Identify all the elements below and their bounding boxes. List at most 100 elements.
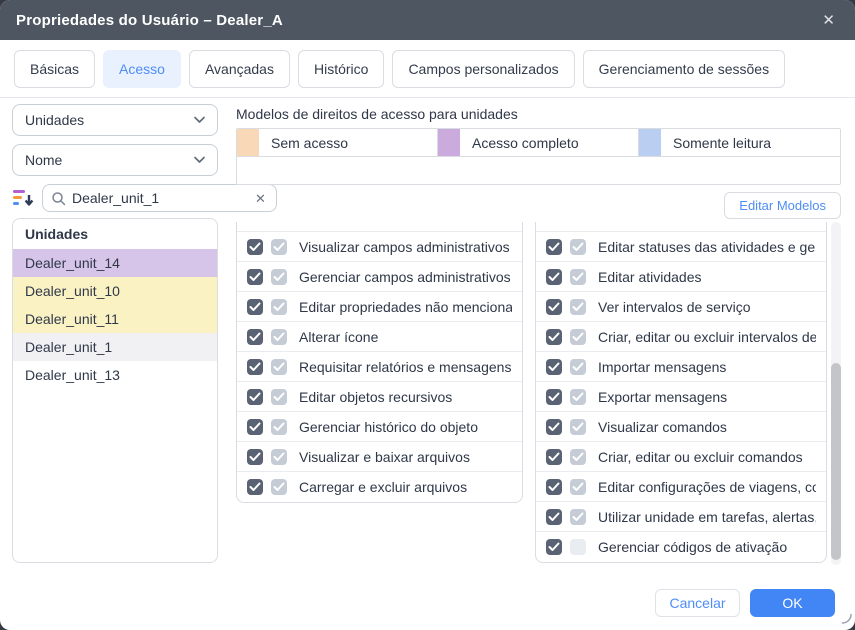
access-right-row: Editar objetos recursivos: [237, 382, 522, 412]
unit-list-item[interactable]: Dealer_unit_13: [13, 361, 217, 389]
inherited-access-checkbox[interactable]: [271, 329, 287, 345]
access-checkbox[interactable]: [247, 419, 263, 435]
legend-label: Somente leitura: [661, 129, 840, 156]
access-right-label: Visualizar e baixar arquivos: [299, 449, 470, 465]
access-checkbox[interactable]: [247, 449, 263, 465]
tab[interactable]: Histórico: [298, 50, 384, 88]
sort-by-select[interactable]: Nome: [12, 144, 218, 176]
access-checkbox[interactable]: [546, 359, 562, 375]
access-right-row: Importar mensagens: [536, 352, 826, 382]
unit-list-item[interactable]: Dealer_unit_14: [13, 249, 217, 277]
access-checkbox[interactable]: [247, 239, 263, 255]
access-right-row: Visualizar campos administrativos: [237, 232, 522, 262]
access-right-row: Editar configurações de viagens, con…: [536, 472, 826, 502]
legend-item: Acesso completo: [438, 129, 639, 156]
access-right-label: Visualizar comandos: [598, 419, 727, 435]
access-checkbox[interactable]: [546, 299, 562, 315]
inherited-access-checkbox[interactable]: [570, 539, 586, 555]
inherited-access-checkbox[interactable]: [271, 299, 287, 315]
access-right-row: Criar, editar ou excluir comandos: [536, 442, 826, 472]
access-checkbox[interactable]: [546, 329, 562, 345]
access-right-label: Carregar e excluir arquivos: [299, 479, 467, 495]
inherited-access-checkbox[interactable]: [271, 389, 287, 405]
inherited-access-checkbox[interactable]: [570, 269, 586, 285]
resize-handle-icon[interactable]: [841, 611, 852, 629]
sort-order-icon[interactable]: [12, 187, 36, 209]
cancel-button[interactable]: Cancelar: [655, 589, 740, 617]
scrollbar-track[interactable]: [831, 222, 841, 565]
access-right-label: Alterar ícone: [299, 329, 378, 345]
scrollbar-thumb[interactable]: [831, 363, 841, 560]
access-right-row: Visualizar comandos: [536, 412, 826, 442]
inherited-access-checkbox[interactable]: [570, 329, 586, 345]
inherited-access-checkbox[interactable]: [271, 449, 287, 465]
tab-label: Avançadas: [205, 61, 274, 77]
inherited-access-checkbox[interactable]: [570, 389, 586, 405]
ok-button[interactable]: OK: [750, 589, 835, 617]
access-right-row: Editar propriedades não mencionada…: [237, 292, 522, 322]
inherited-access-checkbox[interactable]: [570, 419, 586, 435]
inherited-access-checkbox[interactable]: [570, 509, 586, 525]
tab[interactable]: Gerenciamento de sessões: [583, 50, 785, 88]
close-icon[interactable]: ✕: [818, 9, 839, 32]
legend-color-swatch: [438, 129, 460, 156]
inherited-access-checkbox[interactable]: [271, 239, 287, 255]
search-input[interactable]: [72, 190, 253, 206]
access-right-label: Editar atividades: [598, 269, 702, 285]
tab[interactable]: Campos personalizados: [392, 50, 574, 88]
access-checkbox[interactable]: [546, 389, 562, 405]
access-checkbox[interactable]: [546, 419, 562, 435]
access-right-row: Criar, editar ou excluir intervalos de s…: [536, 322, 826, 352]
access-right-row: Gerenciar campos administrativos: [237, 262, 522, 292]
rights-columns: Visualizar campos administrativos G: [236, 222, 841, 565]
inherited-access-checkbox[interactable]: [570, 239, 586, 255]
access-checkbox[interactable]: [546, 269, 562, 285]
access-checkbox[interactable]: [546, 479, 562, 495]
inherited-access-checkbox[interactable]: [271, 359, 287, 375]
unit-list-item[interactable]: Dealer_unit_10: [13, 277, 217, 305]
access-checkbox[interactable]: [247, 299, 263, 315]
access-right-row: Carregar e excluir arquivos: [237, 472, 522, 502]
inherited-access-checkbox[interactable]: [271, 419, 287, 435]
legend-label: Sem acesso: [259, 129, 438, 156]
inherited-access-checkbox[interactable]: [570, 449, 586, 465]
templates-actions: Editar Modelos: [236, 192, 841, 219]
access-right-row: Editar statuses das atividades e gere…: [536, 232, 826, 262]
inherited-access-checkbox[interactable]: [570, 359, 586, 375]
legend-color-swatch: [639, 129, 661, 156]
access-checkbox[interactable]: [546, 509, 562, 525]
tab-label: Acesso: [119, 61, 165, 77]
tab[interactable]: Básicas: [14, 50, 95, 88]
item-type-select[interactable]: Unidades: [12, 104, 218, 136]
dialog-titlebar: Propriedades do Usuário – Dealer_A ✕: [0, 0, 855, 40]
access-legend-row: Sem acesso Acesso completo Somente leitu…: [237, 129, 840, 157]
inherited-access-checkbox[interactable]: [271, 269, 287, 285]
access-right-label: Criar, editar ou excluir intervalos de s…: [598, 329, 816, 345]
access-checkbox[interactable]: [247, 479, 263, 495]
search-row: ✕: [12, 184, 218, 212]
unit-list-item[interactable]: Dealer_unit_1: [13, 333, 217, 361]
inherited-access-checkbox[interactable]: [570, 479, 586, 495]
access-checkbox[interactable]: [546, 239, 562, 255]
access-checkbox[interactable]: [247, 269, 263, 285]
access-templates-label: Modelos de direitos de acesso para unida…: [236, 106, 841, 122]
access-right-row: Visualizar e baixar arquivos: [237, 442, 522, 472]
access-right-row: Alterar ícone: [237, 322, 522, 352]
access-right-label: Gerenciar histórico do objeto: [299, 419, 478, 435]
access-checkbox[interactable]: [546, 539, 562, 555]
chevron-down-icon: [194, 156, 205, 164]
tab[interactable]: Avançadas: [189, 50, 290, 88]
inherited-access-checkbox[interactable]: [271, 479, 287, 495]
access-legend: Sem acesso Acesso completo Somente leitu…: [236, 128, 841, 185]
access-right-label: Requisitar relatórios e mensagens: [299, 359, 511, 375]
edit-templates-button[interactable]: Editar Modelos: [724, 192, 841, 219]
access-checkbox[interactable]: [247, 389, 263, 405]
tab[interactable]: Acesso: [103, 50, 181, 88]
tab-label: Básicas: [30, 61, 79, 77]
unit-list-item[interactable]: Dealer_unit_11: [13, 305, 217, 333]
access-checkbox[interactable]: [247, 329, 263, 345]
access-checkbox[interactable]: [247, 359, 263, 375]
access-checkbox[interactable]: [546, 449, 562, 465]
inherited-access-checkbox[interactable]: [570, 299, 586, 315]
legend-item: Somente leitura: [639, 129, 840, 156]
